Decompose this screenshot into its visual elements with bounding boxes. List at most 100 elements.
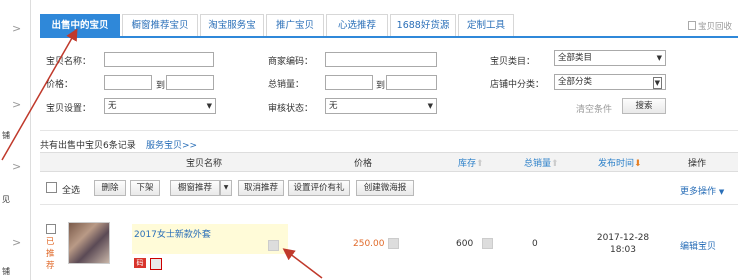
stock-sort-label: 库存 <box>458 159 477 169</box>
col-actions: 操作 <box>688 159 707 169</box>
price-max-input[interactable] <box>166 75 214 90</box>
sort-arrow-down-icon: ⬇ <box>634 159 642 169</box>
record-count: 共有出售中宝贝6条记录 <box>40 141 136 151</box>
cancel-recommend-button[interactable]: 取消推荐 <box>238 180 284 196</box>
review-gift-button[interactable]: 设置评价有礼 <box>288 180 350 196</box>
divider <box>40 130 738 131</box>
recycle-label: 宝贝回收 <box>697 22 732 32</box>
name-input[interactable] <box>104 52 214 67</box>
product-title-link[interactable]: 2017女士新款外套 <box>134 227 211 240</box>
tab-bar: 出售中的宝贝 橱窗推荐宝贝 淘宝服务宝 推广宝贝 心选推荐 1688好货源 定制… <box>40 14 738 38</box>
table-row: 已 推 荐 2017女士新款外套 码 250.00 600 0 2017-12-… <box>40 206 738 280</box>
time-sort-label: 发布时间 <box>598 159 635 169</box>
tab-promote[interactable]: 推广宝贝 <box>266 14 324 36</box>
total-sales-label: 总销量： <box>268 80 305 90</box>
settings-select[interactable]: 无 ▼ <box>104 98 216 114</box>
search-button[interactable]: 搜索 <box>622 98 666 114</box>
product-thumbnail[interactable] <box>68 222 110 264</box>
code-label: 商家编码： <box>268 57 314 67</box>
name-label: 宝贝名称： <box>46 57 92 67</box>
trash-icon <box>687 21 696 30</box>
status-char: 荐 <box>46 261 55 271</box>
chevron-right-icon[interactable]: > <box>12 98 21 111</box>
price-min-input[interactable] <box>104 75 152 90</box>
tab-taobao-service[interactable]: 淘宝服务宝 <box>200 14 264 36</box>
tab-1688-sources[interactable]: 1688好货源 <box>390 14 456 36</box>
shop-category-value: 全部分类 <box>558 77 593 87</box>
delist-button[interactable]: 下架 <box>130 180 160 196</box>
tab-custom-tools[interactable]: 定制工具 <box>458 14 514 36</box>
tab-curated[interactable]: 心选推荐 <box>326 14 388 36</box>
col-total-sales[interactable]: 总销量⬆ <box>524 156 559 169</box>
to-label: 到 <box>376 81 386 91</box>
settings-label: 宝贝设置： <box>46 104 92 114</box>
select-all-checkbox[interactable] <box>46 182 57 193</box>
status-recommended: 已 推 荐 <box>46 236 56 272</box>
sort-arrow-icon: ⬆ <box>476 159 484 169</box>
caret-down-icon: ▼ <box>427 102 433 110</box>
product-price: 250.00 <box>353 239 385 249</box>
window-recommend-dropdown[interactable]: ▼ <box>220 180 232 196</box>
create-poster-button[interactable]: 创建微海报 <box>356 180 414 196</box>
tab-on-sale[interactable]: 出售中的宝贝 <box>40 14 120 36</box>
sidebar-label: 见 <box>2 195 10 204</box>
settings-value: 无 <box>108 101 117 111</box>
more-actions-dropdown[interactable]: 更多操作 ▼ <box>680 184 724 197</box>
caret-down-icon: ▼ <box>652 77 662 89</box>
more-actions-label: 更多操作 <box>680 187 717 197</box>
window-recommend-button[interactable]: 橱窗推荐 <box>170 180 220 196</box>
edit-product-link[interactable]: 编辑宝贝 <box>680 239 716 252</box>
delete-button[interactable]: 删除 <box>94 180 126 196</box>
status-char: 已 <box>46 237 55 247</box>
col-stock[interactable]: 库存⬆ <box>458 156 484 169</box>
product-name-highlight: 2017女士新款外套 <box>132 224 288 254</box>
category-value: 全部类目 <box>558 53 593 63</box>
col-price: 价格 <box>354 159 373 169</box>
verified-icon <box>150 258 162 270</box>
service-items-link[interactable]: 服务宝贝>> <box>146 138 197 151</box>
col-publish-time[interactable]: 发布时间⬇ <box>598 156 642 169</box>
product-stock: 600 <box>456 239 474 249</box>
sidebar-label: 铺 <box>2 267 10 276</box>
chevron-right-icon[interactable]: > <box>12 236 21 249</box>
sales-min-input[interactable] <box>325 75 373 90</box>
caret-down-icon: ▼ <box>656 54 662 62</box>
to-label: 到 <box>156 81 166 91</box>
audit-value: 无 <box>329 101 338 111</box>
sales-sort-label: 总销量 <box>524 159 552 169</box>
select-all-label: 全选 <box>62 186 81 196</box>
category-label: 宝贝类目： <box>490 57 536 67</box>
edit-stock-icon[interactable] <box>482 238 493 249</box>
caret-down-icon: ▼ <box>718 188 725 196</box>
row-checkbox[interactable] <box>46 224 56 234</box>
code-input[interactable] <box>325 52 437 67</box>
status-char: 推 <box>46 249 55 259</box>
clear-filters-link[interactable]: 清空条件 <box>576 102 612 115</box>
table-header: 宝贝名称 价格 库存⬆ 总销量⬆ 发布时间⬇ 操作 <box>40 152 738 172</box>
shop-category-label: 店铺中分类： <box>490 80 545 90</box>
sidebar-label: 铺 <box>2 131 10 140</box>
left-sidebar-strip: > > 铺 > 见 > 铺 <box>0 0 31 280</box>
edit-pencil-icon[interactable] <box>268 240 279 251</box>
tab-window-recommend[interactable]: 橱窗推荐宝贝 <box>122 14 198 36</box>
audit-select[interactable]: 无 ▼ <box>325 98 437 114</box>
divider <box>40 204 738 205</box>
publish-time: 18:03 <box>610 245 636 255</box>
publish-date: 2017-12-28 <box>596 233 650 243</box>
recycle-link[interactable]: 宝贝回收 <box>687 20 732 32</box>
sales-max-input[interactable] <box>386 75 437 90</box>
product-publish-time: 2017-12-28 18:03 <box>596 232 650 256</box>
shop-category-select[interactable]: 全部分类 ▼ <box>554 74 666 90</box>
edit-price-icon[interactable] <box>388 238 399 249</box>
caret-down-icon: ▼ <box>206 102 212 110</box>
chevron-right-icon[interactable]: > <box>12 22 21 35</box>
category-select[interactable]: 全部类目 ▼ <box>554 50 666 66</box>
col-name: 宝贝名称 <box>186 159 223 169</box>
barcode-badge: 码 <box>134 258 146 268</box>
sort-arrow-icon: ⬆ <box>551 159 559 169</box>
chevron-right-icon[interactable]: > <box>12 160 21 173</box>
audit-label: 审核状态： <box>268 104 314 114</box>
product-total-sales: 0 <box>532 239 538 249</box>
caret-down-icon: ▼ <box>223 184 229 191</box>
price-label: 价格： <box>46 80 74 90</box>
